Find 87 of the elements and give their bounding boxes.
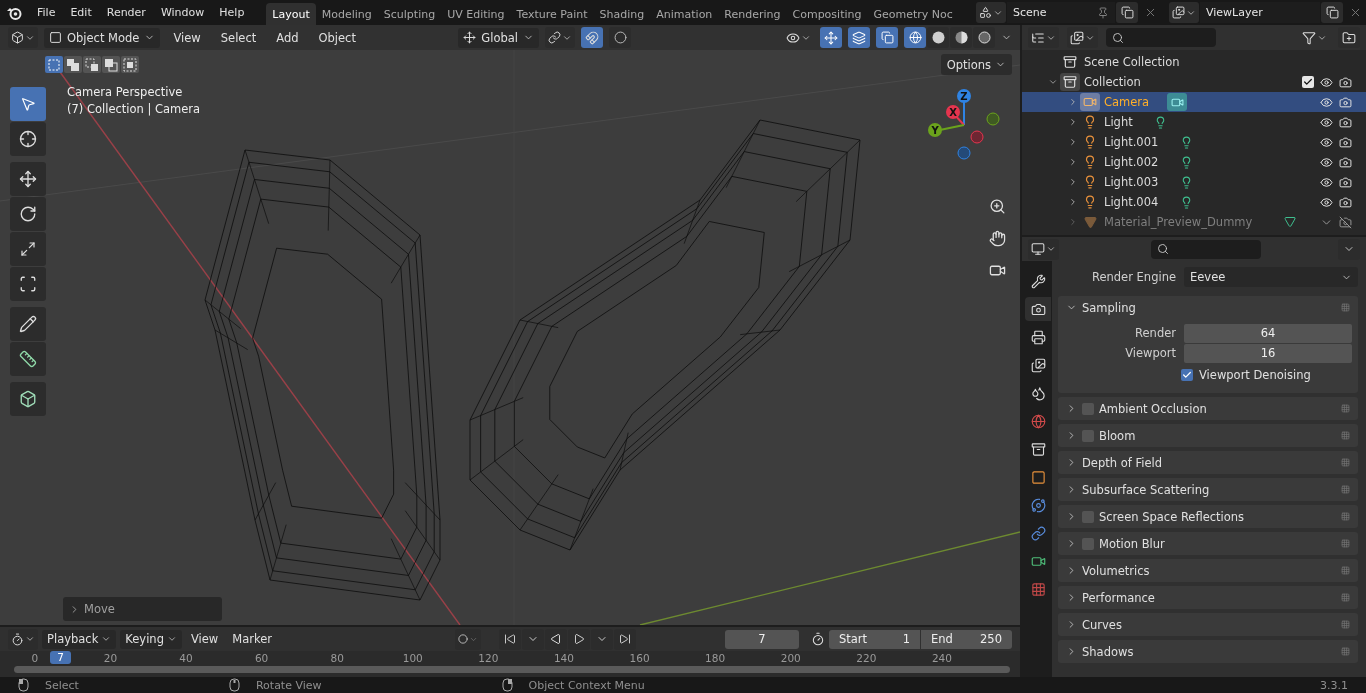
field-label: Render <box>1134 326 1176 340</box>
current-frame-field[interactable]: 7 <box>725 629 799 649</box>
tree-item[interactable]: Scene Collection <box>1084 55 1180 69</box>
tree-row[interactable]: Light.004 <box>1022 192 1366 212</box>
mode-dropdown[interactable]: Object Mode <box>44 27 161 48</box>
ruler-label: 220 <box>856 652 877 664</box>
tree-row[interactable]: Light.003 <box>1022 172 1366 192</box>
last-operator-panel[interactable]: Move <box>63 597 222 621</box>
tree-item[interactable]: Light.004 <box>1104 195 1159 209</box>
panel-header[interactable]: Curves <box>1058 613 1358 636</box>
menu-item[interactable]: Window <box>153 3 212 22</box>
panel-header[interactable]: Bloom <box>1058 424 1358 447</box>
workspace-tab[interactable]: Layout <box>266 3 316 25</box>
panel-header[interactable]: Ambient Occlusion <box>1058 397 1358 420</box>
tree-item[interactable]: Camera <box>1104 95 1150 109</box>
menu-item[interactable]: Marker <box>227 629 277 649</box>
panel-header[interactable]: Depth of Field <box>1058 451 1358 474</box>
menu-item[interactable]: File <box>30 3 63 22</box>
ruler-label: 140 <box>553 652 574 664</box>
axis-handle[interactable]: Y <box>928 123 942 137</box>
scene-name-field[interactable]: Scene <box>1007 2 1115 23</box>
workspace-tab[interactable]: Texture Paint <box>510 3 594 25</box>
number-field[interactable]: 64 <box>1184 323 1352 343</box>
ruler-label: 100 <box>402 652 423 664</box>
viewport-info: Camera Perspective <box>67 85 184 99</box>
panel-header[interactable]: Performance <box>1058 586 1358 609</box>
panel-header[interactable]: Shadows <box>1058 640 1358 663</box>
axis-handle[interactable]: Z <box>957 89 971 103</box>
tree-item[interactable]: Light.001 <box>1104 135 1159 149</box>
workspace-tab[interactable]: Shading <box>593 3 651 25</box>
menu-dropdown[interactable]: Keying <box>120 629 182 649</box>
version-label: 3.3.1 <box>1320 678 1348 692</box>
panel-header[interactable]: Motion Blur <box>1058 532 1358 555</box>
workspace-tab[interactable]: Rendering <box>718 3 787 25</box>
panel-header[interactable]: Subsurface Scattering <box>1058 478 1358 501</box>
view-layer-field[interactable]: ViewLayer <box>1200 2 1320 23</box>
workspace-tab[interactable]: Sculpting <box>377 3 442 25</box>
tree-item[interactable]: Light <box>1104 115 1133 129</box>
workspace-tab[interactable]: Geometry Noc <box>867 3 959 25</box>
menu-item[interactable]: Help <box>212 3 252 22</box>
ruler-label: 0 <box>31 652 39 664</box>
status-hint: Select <box>45 678 79 692</box>
tree-row[interactable]: Camera <box>1022 92 1366 112</box>
menu-dropdown[interactable]: Playback <box>42 629 117 649</box>
number-field[interactable]: 16 <box>1184 343 1352 363</box>
workspace-tab[interactable]: UV Editing <box>441 3 511 25</box>
field-label: Render Engine <box>1091 270 1176 284</box>
menu-item[interactable]: Select <box>213 27 264 48</box>
status-hint: Object Context Menu <box>528 678 645 692</box>
ruler-label: 40 <box>179 652 193 664</box>
axis-handle[interactable]: X <box>946 105 960 119</box>
tree-row[interactable]: Light.001 <box>1022 132 1366 152</box>
end-frame-field[interactable]: End 250 <box>921 629 1012 649</box>
menu-item[interactable]: View <box>166 27 208 48</box>
tree-row[interactable]: Light <box>1022 112 1366 132</box>
checkbox-label: Viewport Denoising <box>1199 368 1311 382</box>
ruler-label: 240 <box>931 652 952 664</box>
workspace-tab[interactable]: Modeling <box>315 3 378 25</box>
ruler-label: 180 <box>705 652 726 664</box>
ruler-label: 160 <box>629 652 650 664</box>
render-engine-dropdown[interactable]: Eevee <box>1184 267 1358 287</box>
panel-header[interactable]: Volumetrics <box>1058 559 1358 582</box>
menu-item[interactable]: Object <box>311 27 363 48</box>
field-label: Viewport <box>1124 346 1176 360</box>
menu-item[interactable]: Render <box>99 3 153 22</box>
start-frame-field[interactable]: Start 1 <box>829 629 920 649</box>
ruler-label: 200 <box>780 652 801 664</box>
panel-header[interactable]: Screen Space Reflections <box>1058 505 1358 528</box>
tree-item[interactable]: Collection <box>1084 75 1141 89</box>
ruler-label: 80 <box>330 652 344 664</box>
viewport-info: (7) Collection | Camera <box>67 102 201 116</box>
ruler-label: 20 <box>103 652 118 664</box>
workspace-tab[interactable]: Animation <box>650 3 719 25</box>
ruler-label: 60 <box>254 652 269 664</box>
menu-item[interactable]: Add <box>269 27 306 48</box>
playhead[interactable]: 7 <box>50 651 71 664</box>
orientation-dropdown[interactable]: Global <box>458 27 539 48</box>
status-hint: Rotate View <box>255 678 322 692</box>
tree-row[interactable]: Light.002 <box>1022 152 1366 172</box>
menu-item[interactable]: View <box>185 629 224 649</box>
menu-item[interactable]: Edit <box>63 3 99 22</box>
ruler-label: 120 <box>478 652 499 664</box>
panel-header[interactable]: Sampling <box>1058 296 1358 319</box>
workspace-tab[interactable]: Compositing <box>786 3 868 25</box>
tree-item[interactable]: Light.003 <box>1104 175 1159 189</box>
tree-item[interactable]: Light.002 <box>1104 155 1159 169</box>
options-button[interactable]: Options <box>940 54 1012 75</box>
